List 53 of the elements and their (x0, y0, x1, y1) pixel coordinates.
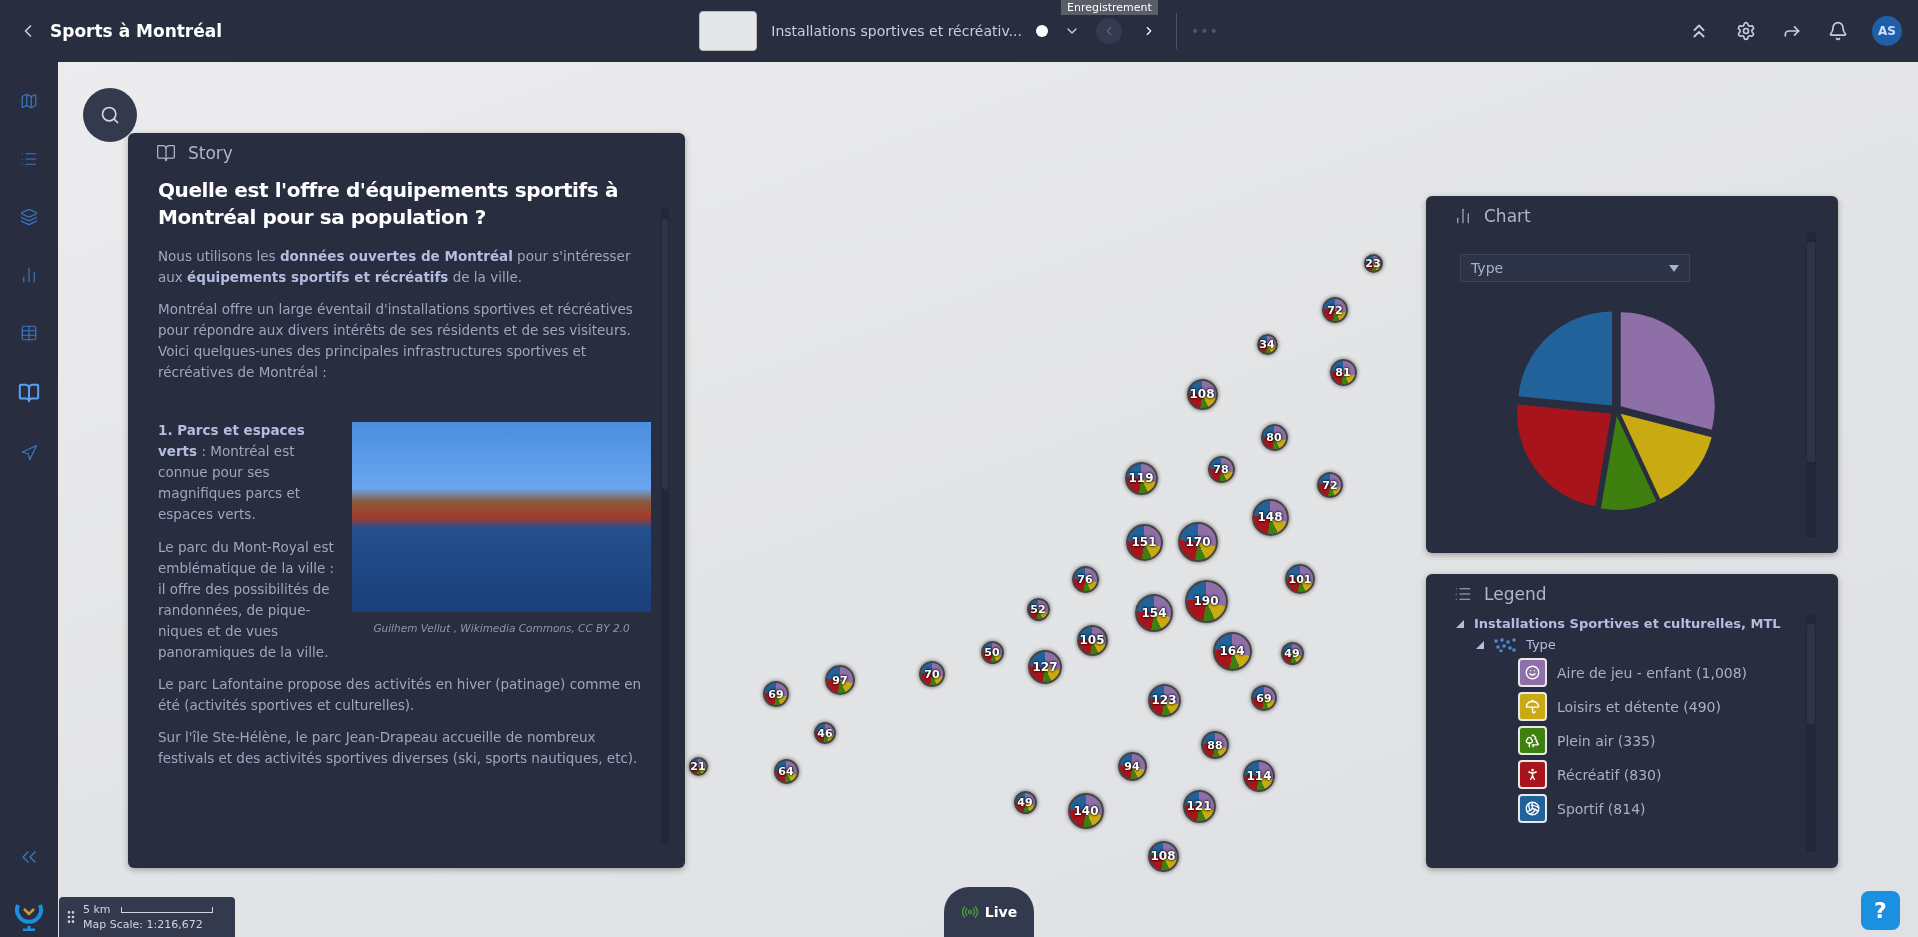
layer-name[interactable]: Installations Sportives et culturelles, MTL (1474, 616, 1781, 631)
help-button[interactable]: ? (1861, 891, 1900, 930)
app-title: Sports à Montréal (50, 21, 223, 41)
status-dot (1035, 25, 1048, 37)
story-paragraph: Sur l'île Ste-Hélène, le parc Jean-Drapeau accueille de nombreux festivals et des activités sportives diverses (ski, sports nautiques, etc). (158, 728, 639, 768)
bar-chart-icon (1454, 207, 1472, 225)
story-heading: Quelle est l'offre d'équipements sportifs à Montréal pour sa population ? (158, 177, 620, 231)
tooltip: Enregistrement (1061, 0, 1158, 15)
panel-title: Chart (1484, 206, 1531, 226)
trees-icon (1525, 733, 1540, 748)
book-icon (156, 143, 176, 163)
map-scale-text: Map Scale: 1:216,672 (83, 918, 204, 931)
panel-title: Legend (1484, 584, 1547, 604)
table-icon[interactable] (20, 324, 38, 342)
pie-slice[interactable] (1600, 415, 1657, 510)
story-paragraph: Le parc du Mont-Royal est emblématique de la ville : il offre des possibilités de randonnées, de pique-niques et de vues panoramiques de la ville. (158, 538, 336, 662)
search-icon[interactable] (100, 105, 120, 125)
field-select[interactable]: Type (1460, 254, 1690, 282)
category-label: Récréatif (830) (1557, 766, 1662, 783)
map-icon[interactable] (20, 92, 38, 110)
category-label: Plein air (335) (1557, 732, 1656, 749)
umbrella-icon (1525, 699, 1540, 714)
category-label: Loisirs et détente (490) (1557, 698, 1721, 715)
navigation-icon[interactable] (20, 444, 38, 462)
ball-icon (1525, 801, 1540, 816)
expand-triangle-icon[interactable] (1456, 619, 1464, 628)
scale-distance: 5 km (83, 903, 111, 916)
story-paragraph: Montréal offre un large éventail d'installations sportives et récréatives pour répondre aux divers intérêts de ses résidents et de ses visiteurs. Voici quelques-unes des principales infrastructures sportives et récréatives de Montréal : (158, 300, 634, 382)
bar-chart-icon[interactable] (20, 266, 38, 284)
panel-title: Story (188, 143, 233, 163)
book-icon[interactable] (18, 382, 40, 404)
person-icon (1525, 767, 1540, 782)
user-avatar[interactable]: AS (1872, 16, 1902, 46)
story-paragraph: Nous utilisons les données ouvertes de Montréal pour s'intéresser aux équipements sportifs et récréatifs de la ville. (158, 247, 632, 287)
broadcast-icon (960, 903, 979, 921)
layers-icon[interactable] (20, 208, 38, 226)
expand-triangle-icon[interactable] (1476, 640, 1484, 649)
pie-slice[interactable] (1517, 404, 1612, 507)
points-icon (1494, 637, 1516, 652)
map-thumbnail[interactable] (699, 11, 758, 51)
pie-slice[interactable] (1620, 413, 1712, 500)
category-label: Sportif (814) (1557, 800, 1646, 817)
live-button[interactable]: Live (944, 887, 1034, 937)
pie-slice[interactable] (1620, 312, 1715, 430)
field-name[interactable]: Type (1526, 637, 1556, 652)
story-paragraph: 1. Parcs et espaces verts : Montréal est connue pour ses magnifiques parcs et espaces verts. (158, 421, 306, 524)
caret-icon (1669, 264, 1679, 272)
story-paragraph: Le parc Lafontaine propose des activités en hiver (patinage) comme en été (activités sportives et culturelles). (158, 675, 643, 715)
category-label: Aire de jeu - enfant (1,008) (1557, 664, 1748, 681)
list-icon (1454, 585, 1472, 603)
photo-caption: Guilhem Vellut , Wikimedia Commons, CC BY 2.0 (373, 622, 630, 634)
story-title[interactable]: Installations sportives et récréativ... (771, 23, 1022, 39)
smiley-icon (1525, 665, 1540, 680)
